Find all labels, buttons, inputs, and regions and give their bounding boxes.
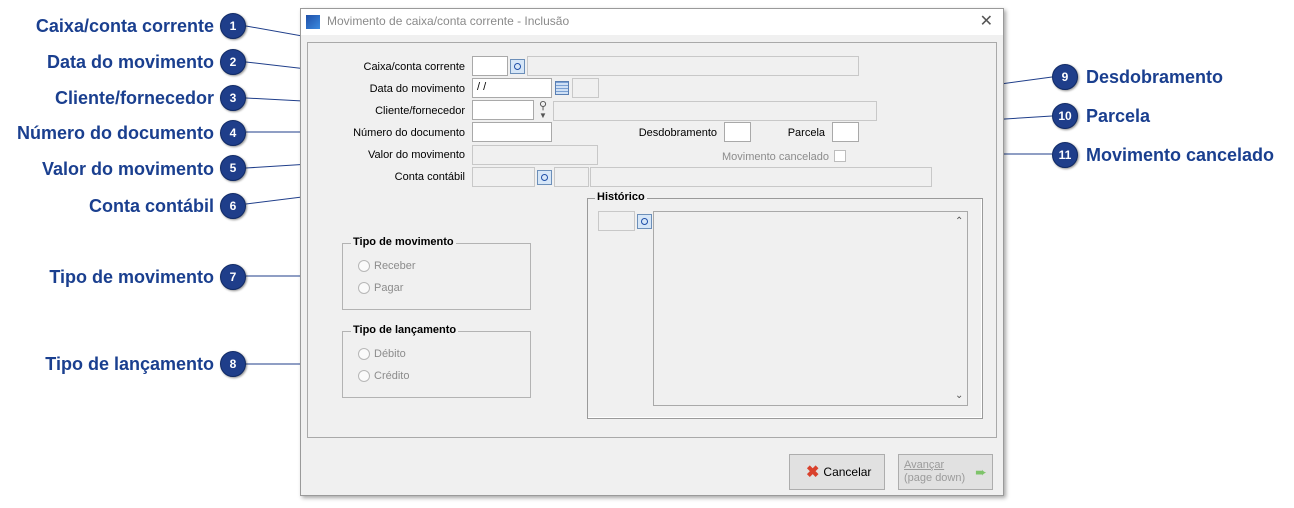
conta-description-field: [590, 167, 932, 187]
radio-receber-circle[interactable]: [358, 260, 370, 272]
next-button-hint: (page down): [904, 472, 966, 484]
callout-label-8: Tipo de lançamento: [45, 354, 214, 374]
callout-badge-1: 1: [220, 13, 246, 39]
tipo-movimento-group: [342, 243, 531, 310]
cliente-label: Cliente/fornecedor: [375, 105, 465, 117]
scroll-down-icon[interactable]: ⌄: [955, 390, 963, 401]
desdobramento-input[interactable]: [724, 122, 751, 142]
callout-badge-9: 9: [1052, 64, 1078, 90]
radio-credito-label: Crédito: [374, 370, 410, 382]
conta-input[interactable]: [472, 167, 535, 187]
cancelado-checkbox[interactable]: [834, 150, 846, 162]
caixa-lookup-icon[interactable]: [510, 59, 525, 74]
radio-receber-label: Receber: [374, 260, 416, 272]
scroll-up-icon[interactable]: ⌃: [955, 216, 963, 227]
tipo-lancamento-title: Tipo de lançamento: [351, 324, 459, 336]
callout-label-11: Movimento cancelado: [1086, 145, 1275, 165]
next-button-label: Avançar: [904, 459, 945, 471]
parcela-label: Parcela: [787, 127, 825, 139]
dropdown-arrow-icon[interactable]: ▼: [539, 111, 547, 120]
caixa-description-field: [527, 56, 859, 76]
callout-label-9: Desdobramento: [1086, 67, 1224, 87]
radio-receber[interactable]: Receber: [358, 260, 416, 272]
radio-debito-circle[interactable]: [358, 348, 370, 360]
historico-memo[interactable]: ⌃ ⌄: [653, 211, 968, 406]
historico-title: Histórico: [595, 191, 647, 203]
callout-badge-4: 4: [220, 120, 246, 146]
callout-label-10: Parcela: [1086, 106, 1151, 126]
callout-badge-10: 10: [1052, 103, 1078, 129]
tipo-movimento-title: Tipo de movimento: [351, 236, 456, 248]
numero-label: Número do documento: [353, 127, 465, 139]
callout-label-6: Conta contábil: [89, 196, 214, 216]
calendar-icon[interactable]: [555, 81, 569, 95]
valor-field: [472, 145, 598, 165]
numero-input[interactable]: [472, 122, 552, 142]
close-icon[interactable]: ✕: [980, 11, 993, 31]
arrow-right-icon: ➨: [975, 463, 987, 480]
app-icon: [306, 15, 320, 29]
cancel-button-label: Cancelar: [823, 465, 872, 479]
cancel-button[interactable]: ✖ Cancelar: [789, 454, 885, 490]
dialog-window: Movimento de caixa/conta corrente - Incl…: [300, 8, 1004, 496]
caixa-input[interactable]: [472, 56, 508, 76]
callout-badge-6: 6: [220, 193, 246, 219]
cliente-input[interactable]: [472, 100, 534, 120]
callout-label-1: Caixa/conta corrente: [35, 16, 214, 36]
conta-label: Conta contábil: [394, 171, 465, 183]
cliente-description-field: [553, 101, 877, 121]
data-label: Data do movimento: [369, 83, 465, 95]
callout-badge-11: 11: [1052, 142, 1078, 168]
caixa-label: Caixa/conta corrente: [363, 61, 466, 73]
radio-credito-circle[interactable]: [358, 370, 370, 382]
title-bar[interactable]: Movimento de caixa/conta corrente - Incl…: [301, 9, 1003, 35]
radio-pagar-label: Pagar: [374, 282, 404, 294]
radio-debito[interactable]: Débito: [358, 348, 406, 360]
cancel-x-icon: ✖: [806, 464, 820, 481]
callout-badge-8: 8: [220, 351, 246, 377]
callout-label-2: Data do movimento: [46, 52, 214, 72]
cancelado-label: Movimento cancelado: [721, 151, 829, 163]
callout-label-4: Número do documento: [17, 123, 214, 143]
radio-debito-label: Débito: [374, 348, 406, 360]
next-button[interactable]: Avançar (page down) ➨: [898, 454, 993, 490]
historico-scrollbar[interactable]: ⌃ ⌄: [952, 212, 967, 405]
callout-label-3: Cliente/fornecedor: [54, 88, 214, 108]
radio-pagar[interactable]: Pagar: [358, 282, 403, 294]
data-extra-field: [572, 78, 599, 98]
conta-code-field: [554, 167, 589, 187]
valor-label: Valor do movimento: [367, 149, 465, 161]
data-input[interactable]: / /: [472, 78, 552, 98]
tipo-lancamento-group: [342, 331, 531, 398]
radio-pagar-circle[interactable]: [358, 282, 370, 294]
callout-badge-7: 7: [220, 264, 246, 290]
parcela-input[interactable]: [832, 122, 859, 142]
callout-label-7: Tipo de movimento: [49, 267, 214, 287]
historico-lookup-icon[interactable]: [637, 214, 652, 229]
callout-label-5: Valor do movimento: [41, 159, 214, 179]
desdobramento-label: Desdobramento: [638, 127, 717, 139]
window-title: Movimento de caixa/conta corrente - Incl…: [327, 14, 570, 28]
radio-credito[interactable]: Crédito: [358, 370, 409, 382]
historico-code-field[interactable]: [598, 211, 635, 231]
callout-badge-2: 2: [220, 49, 246, 75]
conta-lookup-icon[interactable]: [537, 170, 552, 185]
callout-badge-5: 5: [220, 155, 246, 181]
callout-badge-3: 3: [220, 85, 246, 111]
